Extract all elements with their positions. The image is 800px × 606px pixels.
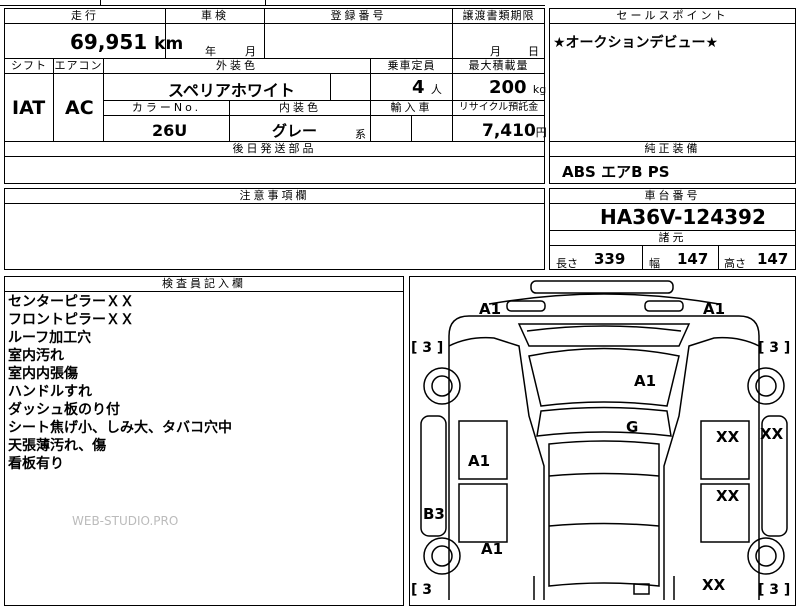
tire-front-right: [ 3 ] [758,340,791,356]
shift-header: シフト [5,59,53,74]
tire-front-left: [ 3 ] [411,340,444,356]
note-line: シート焦げ小、しみ大、タバコ穴中 [8,420,232,436]
damage-a1-front-right: A1 [703,300,726,318]
note-line: フロントピラーＸＸ [8,312,134,328]
recycle-header: リサイクル預託金 [453,101,544,116]
shaken-header: 車検 [166,9,264,24]
damage-xx-right-front-door: XX [716,428,740,446]
tire-rear-left: [ 3 [411,582,433,598]
damage-a1-left-door: A1 [468,452,491,470]
caution-header: 注意事項欄 [5,189,544,204]
exterior-color-header: 外装色 [104,59,370,74]
watermark: WEB-STUDIO.PRO [72,514,179,528]
note-line: センターピラーＸＸ [8,294,134,310]
damage-b3-left: B3 [423,505,445,523]
inspector-notes: センターピラーＸＸ フロントピラーＸＸ ルーフ加工穴 室内汚れ 室内内張傷 ハン… [8,293,398,473]
equipment-value: ABS エアB PS [562,163,670,181]
damage-g-center: G [626,418,639,436]
shaken-year-suffix: 年 [205,45,216,58]
exterior-color-value: スペリアホワイト [168,81,295,100]
damage-a1-front-left: A1 [479,300,502,318]
interior-color-header: 内装色 [230,101,370,116]
height-value: 147 [757,250,789,268]
shift-value: IAT [12,97,46,119]
tire-rear-right: [ 3 ] [758,582,791,598]
transfer-deadline-header: 譲渡書類期限 [453,9,544,24]
sales-point-text: ★オークションデビュー★ [553,35,719,51]
interior-color-value: グレー [272,122,318,140]
aircon-header: エアコン [54,59,103,74]
top-fragment-strip [0,0,545,6]
equipment-header: 純正装備 [550,142,795,157]
note-line: 室内汚れ [8,348,64,364]
color-no-value: 26U [152,121,188,140]
capacity-value: 4 人 [412,77,442,98]
transfer-month-suffix: 月 [490,45,501,58]
dims-header: 諸元 [550,231,795,246]
inspector-header: 検査員記入欄 [5,277,403,292]
damage-xx-right-rear-door: XX [716,487,740,505]
note-line: ダッシュ板のり付 [8,402,120,418]
shaken-month-suffix: 月 [245,45,256,58]
interior-color-suffix: 系 [355,128,366,141]
import-header: 輸入車 [371,101,452,116]
note-line: 看板有り [8,456,64,472]
damage-xx-right-rear: XX [702,576,726,594]
length-label: 長さ [556,257,578,270]
damage-a1-left-rear: A1 [481,540,504,558]
transfer-day-suffix: 日 [528,45,539,58]
damage-a1-roof: A1 [634,372,657,390]
note-line: ルーフ加工穴 [8,330,92,346]
width-value: 147 [677,250,709,268]
capacity-header: 乗車定員 [371,59,452,74]
aircon-value: AC [65,97,94,119]
sales-point-header: セールスポイント [550,9,795,24]
note-line: 室内内張傷 [8,366,78,382]
car-diagram [420,280,788,600]
chassis-header: 車台番号 [550,189,795,204]
height-label: 高さ [724,257,746,270]
chassis-number: HA36V-124392 [600,205,766,229]
later-parts-header: 後日発送部品 [5,142,544,157]
damage-xx-right-fender: XX [760,425,784,443]
width-label: 幅 [649,257,660,270]
max-load-header: 最大積載量 [453,59,544,74]
color-no-header: カラーNo. [104,101,229,116]
recycle-value: 7,410円 [482,121,547,141]
sales-point-box [549,8,796,142]
length-value: 339 [594,250,626,268]
mileage-value: 69,951 km [70,30,184,54]
registration-header: 登録番号 [265,9,452,24]
mileage-header: 走行 [5,9,165,24]
note-line: 天張薄汚れ、傷 [8,438,107,454]
max-load-value: 200 kg [489,77,547,98]
note-line: ハンドルすれ [8,384,92,400]
